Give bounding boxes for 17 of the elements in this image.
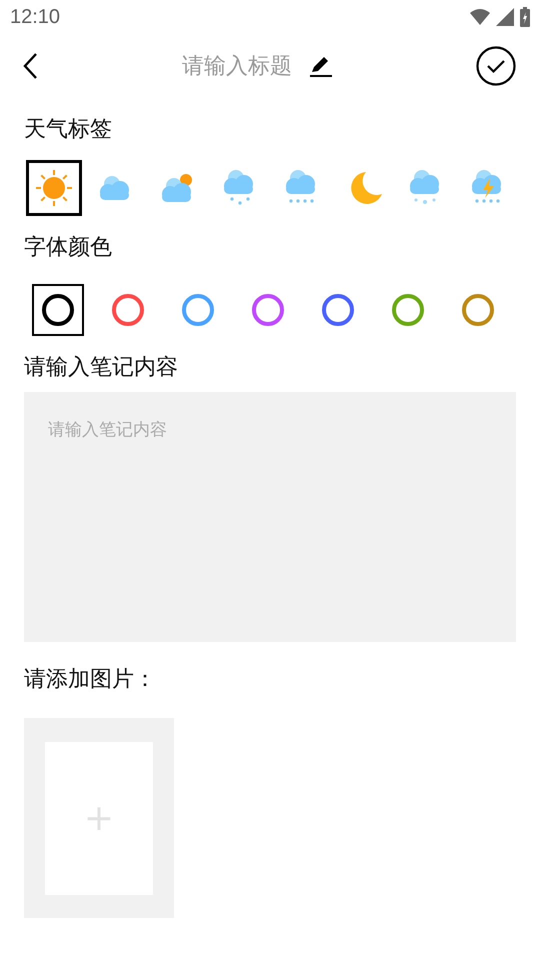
back-icon[interactable] (22, 52, 38, 80)
section-label: 天气标签 (23, 116, 113, 144)
pencil-icon (308, 54, 332, 78)
wifi-icon (470, 9, 490, 25)
section-label: 请添加图片： (23, 666, 157, 694)
weather-option[interactable] (26, 160, 82, 216)
add-image-button[interactable]: + (45, 742, 153, 894)
section-label: 字体颜色 (23, 234, 113, 262)
section-label: 请输入笔记内容 (23, 354, 179, 382)
status-time: 12:10 (10, 6, 60, 28)
color-option[interactable] (32, 284, 84, 336)
battery-icon (520, 7, 530, 27)
note-field[interactable]: 请输入笔记内容 (24, 392, 516, 642)
check-icon[interactable] (476, 46, 516, 86)
signal-icon (496, 8, 514, 26)
title-field[interactable]: 请输入标题 (182, 54, 300, 78)
sun-icon (34, 168, 74, 208)
